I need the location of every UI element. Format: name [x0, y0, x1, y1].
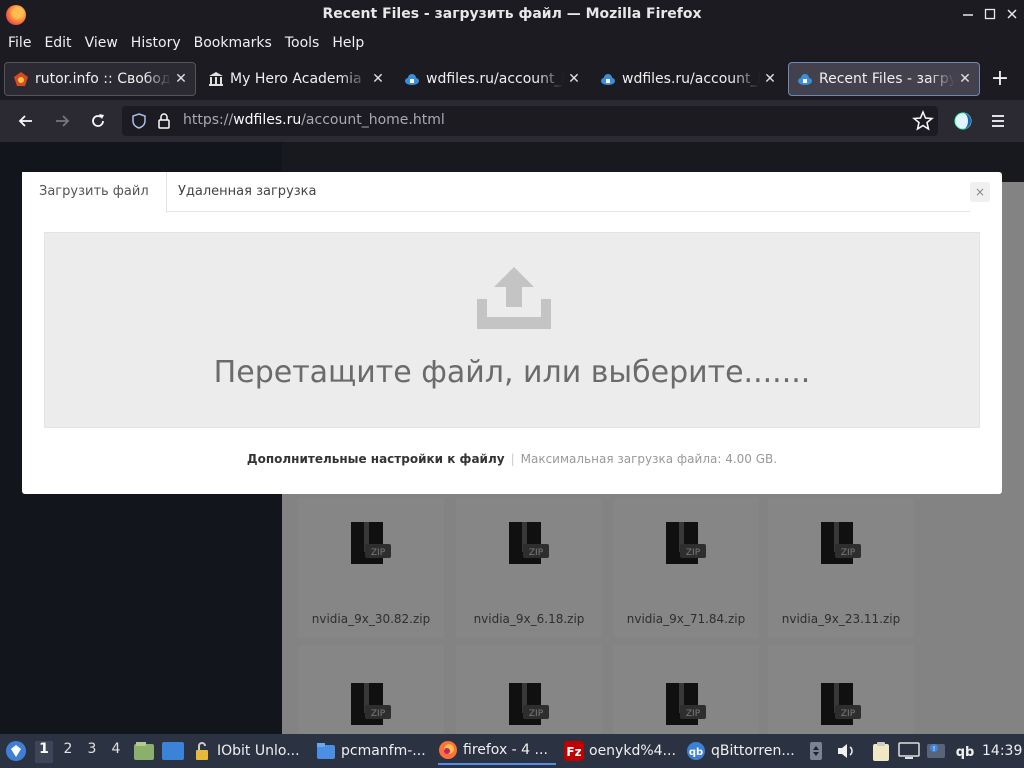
tab-wdfiles-2[interactable]: wdfiles.ru/account_h ✕	[592, 62, 784, 96]
minimize-icon[interactable]	[960, 6, 976, 22]
show-desktop-icon[interactable]	[162, 742, 184, 764]
museum-icon	[208, 71, 224, 87]
menu-edit[interactable]: Edit	[38, 35, 78, 51]
drop-instruction: Перетащите файл, или выберите.......	[213, 355, 811, 390]
rutor-icon	[13, 71, 29, 87]
taskbar-app-label: qBittorren...	[711, 743, 795, 759]
start-menu-icon[interactable]	[4, 739, 28, 767]
modal-footer: Дополнительные настройки к файлу | Максима…	[22, 452, 1002, 466]
network-icon[interactable]	[898, 742, 920, 764]
maximize-icon[interactable]	[982, 6, 998, 22]
svg-text:qb: qb	[956, 745, 975, 759]
menu-help[interactable]: Help	[326, 35, 371, 51]
menu-bookmarks[interactable]: Bookmarks	[188, 35, 279, 51]
url-bar[interactable]: https://wdfiles.ru/account_home.html	[122, 106, 938, 136]
workspace-4[interactable]: 4	[107, 741, 125, 763]
taskbar-app-iobit[interactable]: IObit Unlo...	[192, 737, 310, 765]
reload-button[interactable]	[85, 108, 111, 134]
cloud-lock-icon	[600, 71, 616, 87]
taskbar-app-label: IObit Unlo...	[217, 743, 300, 759]
tab-label: wdfiles.ru/account_h	[426, 71, 564, 87]
firefox-account-icon[interactable]	[950, 108, 976, 134]
filezilla-icon: Fz	[564, 741, 584, 761]
svg-text:qb: qb	[689, 747, 703, 758]
workspace-3[interactable]: 3	[83, 741, 101, 763]
tab-upload-file[interactable]: Загрузить файл	[22, 172, 167, 213]
lock-icon[interactable]	[156, 112, 172, 134]
close-tab-icon[interactable]: ✕	[955, 71, 975, 87]
back-button[interactable]	[13, 108, 39, 134]
tab-label: wdfiles.ru/account_h	[622, 71, 760, 87]
forward-button[interactable]	[49, 108, 75, 134]
close-tab-icon[interactable]: ✕	[760, 71, 780, 87]
folder-icon	[317, 743, 335, 759]
taskbar: 1 2 3 4 IObit Unlo... pcmanfm-... firefo…	[0, 734, 1024, 768]
close-window-icon[interactable]	[1004, 6, 1020, 22]
advanced-settings-link[interactable]: Дополнительные настройки к файлу	[247, 452, 505, 466]
file-drop-zone[interactable]: Перетащите файл, или выберите.......	[44, 232, 980, 428]
taskbar-app-firefox[interactable]: firefox - 4 ...	[438, 737, 556, 765]
tab-bar: rutor.info :: Свободный ✕ My Hero Academ…	[0, 58, 1024, 100]
file-manager-launcher-icon[interactable]	[134, 742, 154, 764]
footer-separator: |	[510, 452, 515, 466]
tab-my-hero-academia[interactable]: My Hero Academia 2 ✕	[200, 62, 392, 96]
tracking-shield-icon[interactable]	[130, 112, 148, 134]
clipboard-icon[interactable]	[872, 741, 890, 765]
firefox-icon	[439, 741, 457, 759]
modal-tabs: Загрузить файл Удаленная загрузка	[22, 172, 970, 213]
navigation-bar: https://wdfiles.ru/account_home.html	[0, 100, 1024, 142]
tab-wdfiles-1[interactable]: wdfiles.ru/account_h ✕	[396, 62, 588, 96]
taskbar-app-label: oenykd%4...	[589, 743, 676, 759]
svg-text:Fz: Fz	[566, 745, 581, 759]
taskbar-app-qbittorrent[interactable]: qb qBittorren...	[686, 737, 804, 765]
clock[interactable]: 14:39	[982, 743, 1022, 759]
qbittorrent-icon: qb	[687, 742, 705, 760]
tab-remote-upload[interactable]: Удаленная загрузка	[161, 172, 334, 212]
cloud-lock-icon	[404, 71, 420, 87]
qbittorrent-tray-icon[interactable]: qb	[955, 743, 975, 763]
menu-file[interactable]: File	[2, 35, 38, 51]
svg-text:!: !	[933, 745, 936, 753]
menu-tools[interactable]: Tools	[279, 35, 327, 51]
url-text: https://wdfiles.ru/account_home.html	[183, 112, 445, 128]
menu-history[interactable]: History	[125, 35, 188, 51]
update-notifier-icon[interactable]: !	[926, 742, 946, 764]
menu-bar: File Edit View History Bookmarks Tools H…	[0, 30, 1024, 56]
tab-label: rutor.info :: Свободный	[35, 71, 171, 87]
menu-view[interactable]: View	[79, 35, 125, 51]
tray-scroll-icon[interactable]	[810, 742, 822, 764]
tab-label: Recent Files - загрузить	[819, 71, 955, 87]
taskbar-app-label: pcmanfm-...	[341, 743, 426, 759]
hamburger-menu-icon[interactable]	[985, 108, 1011, 134]
tab-rutor[interactable]: rutor.info :: Свободный ✕	[4, 62, 196, 96]
cloud-lock-icon	[797, 71, 813, 87]
workspace-1[interactable]: 1	[35, 741, 53, 763]
workspace-2[interactable]: 2	[59, 741, 77, 763]
upload-icon	[477, 267, 551, 329]
window-titlebar: Recent Files - загрузить файл — Mozilla …	[0, 0, 1024, 30]
modal-close-button[interactable]: ×	[970, 182, 990, 202]
close-tab-icon[interactable]: ✕	[368, 71, 388, 87]
taskbar-app-filezilla[interactable]: Fz oenykd%4...	[564, 737, 682, 765]
close-tab-icon[interactable]: ✕	[171, 71, 191, 87]
close-tab-icon[interactable]: ✕	[564, 71, 584, 87]
bookmark-star-icon[interactable]	[910, 108, 936, 134]
volume-icon[interactable]	[836, 742, 856, 764]
new-tab-button[interactable]: +	[986, 66, 1014, 94]
max-upload-size: Максимальная загрузка файла: 4.00 GB.	[520, 452, 778, 466]
taskbar-app-pcmanfm[interactable]: pcmanfm-...	[316, 737, 434, 765]
upload-modal: Загрузить файл Удаленная загрузка × Пере…	[22, 172, 1002, 494]
unlock-icon	[196, 742, 208, 760]
tab-label: My Hero Academia 2	[230, 71, 368, 87]
taskbar-app-label: firefox - 4 ...	[463, 742, 548, 758]
window-title: Recent Files - загрузить файл — Mozilla …	[322, 6, 702, 22]
tab-recent-files[interactable]: Recent Files - загрузить ✕	[788, 62, 980, 96]
